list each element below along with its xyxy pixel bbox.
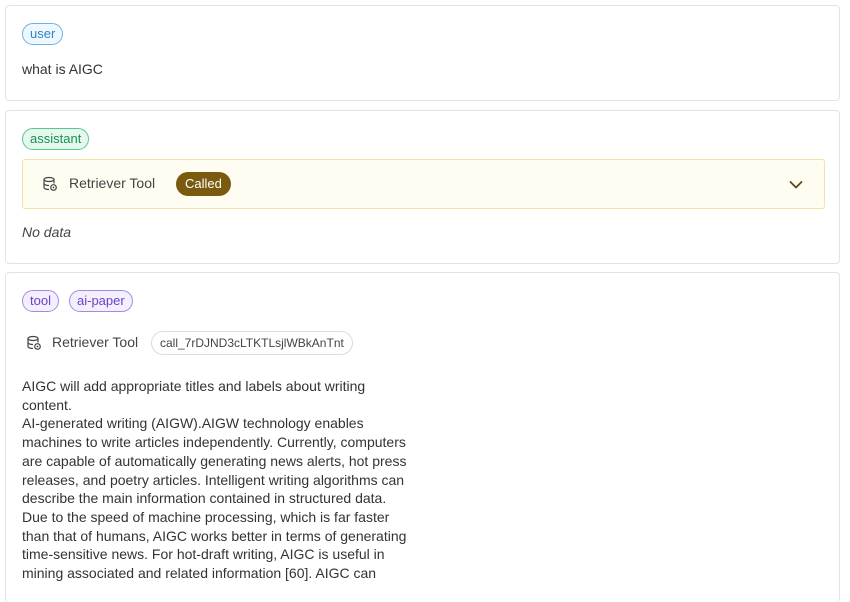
- tool-name-label: Retriever Tool: [52, 334, 139, 350]
- user-message-text: what is AIGC: [22, 61, 103, 77]
- assistant-output-text: No data: [22, 224, 72, 240]
- tool-message-card: tool ai-paper Retriever Tool call_7rDJND…: [5, 272, 840, 602]
- tool-content-text: AIGC will add appropriate titles and lab…: [22, 378, 407, 582]
- role-tag-user: user: [22, 23, 64, 45]
- tool-call-panel[interactable]: Retriever Tool Called: [22, 159, 825, 209]
- assistant-message-card: assistant Retriever Tool Called No data: [5, 110, 840, 264]
- database-icon: [26, 335, 42, 356]
- role-tag-tool: tool: [22, 290, 59, 312]
- user-message-card: user what is AIGC: [5, 5, 840, 101]
- role-tag-assistant: assistant: [22, 128, 90, 150]
- tool-name-label: Retriever Tool: [69, 175, 156, 191]
- chevron-down-icon[interactable]: [788, 177, 804, 198]
- tag-ai-paper: ai-paper: [69, 290, 133, 312]
- tool-call-id: call_7rDJND3cLTKTLsjlWBkAnTnt: [151, 331, 353, 355]
- database-icon: [42, 176, 58, 197]
- tool-status-badge: Called: [176, 172, 231, 196]
